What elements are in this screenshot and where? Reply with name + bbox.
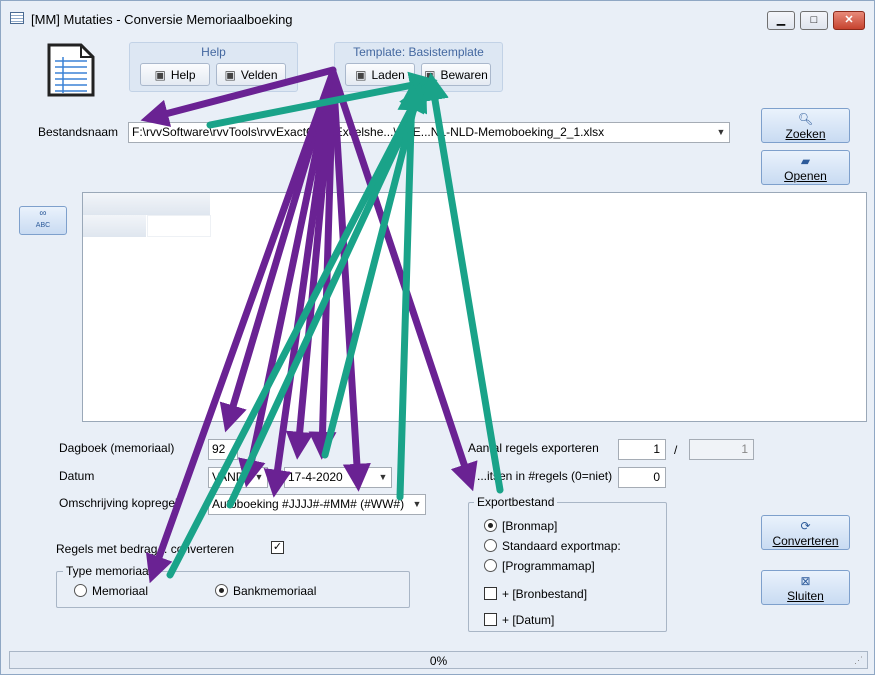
bewaren-button-label: Bewaren	[440, 67, 488, 82]
exportbestand-title: Exportbestand	[474, 495, 558, 509]
bronbestand-label: + [Bronbestand]	[502, 587, 588, 601]
converteren-button-label: Converteren	[772, 534, 839, 548]
radio-programmamap-label: [Programmamap]	[502, 559, 595, 573]
help-group: Help ▣ Help ▣ Velden	[129, 42, 298, 92]
aantal-regels-label: Aantal regels exporteren	[468, 441, 599, 455]
help-group-title: Help	[201, 45, 226, 59]
type-memoriaal-group: Type memoriaal Memoriaal Bankmemoriaal	[56, 564, 410, 608]
radio-bronmap[interactable]	[484, 519, 497, 532]
grid-header-cell	[83, 193, 211, 215]
omschrijving-value: Autoboeking #JJJJ#-#MM# (#WW#)	[212, 497, 405, 511]
radio-bankmemoriaal[interactable]	[215, 584, 228, 597]
radio-programmamap[interactable]	[484, 559, 497, 572]
datum-checkbox[interactable]	[484, 613, 497, 626]
resize-grip-icon[interactable]: ⋰	[854, 655, 863, 666]
template-group: Template: Basistemplate ▣ Laden ▣ Beware…	[334, 42, 503, 92]
omschrijving-combo[interactable]: Autoboeking #JJJJ#-#MM# (#WW#) ▼	[208, 494, 426, 515]
uitsplitsen-label: ...itsen in #regels (0=niet)	[477, 469, 613, 483]
datum-label: Datum	[59, 469, 95, 483]
box-icon: ▣	[355, 67, 367, 82]
radio-memoriaal-label: Memoriaal	[92, 584, 149, 598]
radio-bronmap-label: [Bronmap]	[502, 519, 558, 533]
app-icon	[10, 12, 24, 24]
spellcheck-button[interactable]: ∞ ABC	[19, 206, 67, 235]
box-icon: ▣	[224, 67, 236, 82]
laden-button[interactable]: ▣ Laden	[345, 63, 415, 86]
converteren-button[interactable]: ⟳ Converteren	[761, 515, 850, 550]
omschrijving-label: Omschrijving kopregel	[59, 496, 178, 510]
minimize-button[interactable]: ▁	[767, 11, 795, 30]
radio-memoriaal[interactable]	[74, 584, 87, 597]
regels-bedrag-label: Regels met bedrag... converteren	[56, 542, 235, 556]
folder-open-icon: ▰	[800, 154, 811, 168]
bestandsnaam-label: Bestandsnaam	[38, 125, 119, 139]
datum-mode-combo[interactable]: VAND ▼	[208, 467, 268, 488]
laden-button-label: Laden	[371, 67, 405, 82]
uitsplitsen-field[interactable]: 0	[618, 467, 666, 488]
aantal-totaal-field: 1	[689, 439, 754, 460]
sluiten-button[interactable]: ⊠ Sluiten	[761, 570, 850, 605]
document-icon	[47, 43, 95, 97]
openen-button-label: Openen	[784, 169, 827, 183]
maximize-button[interactable]: □	[800, 11, 828, 30]
grid-row-header	[83, 215, 147, 237]
binoculars-icon: ∞	[39, 208, 47, 219]
title-bar: [MM] Mutaties - Conversie Memoriaalboeki…	[1, 1, 874, 33]
template-group-title: Template: Basistemplate	[353, 45, 484, 59]
exit-icon: ⊠	[800, 574, 811, 588]
datum-mode-value: VAND	[212, 470, 245, 484]
status-bar: 0% ⋰	[9, 651, 868, 669]
help-button[interactable]: ▣ Help	[140, 63, 210, 86]
regels-bedrag-checkbox[interactable]: ✓	[271, 541, 284, 554]
box-icon: ▣	[154, 67, 166, 82]
grid-cell[interactable]	[147, 215, 211, 237]
close-button[interactable]: ✕	[833, 11, 865, 30]
dagboek-label: Dagboek (memoriaal)	[59, 441, 175, 455]
sluiten-button-label: Sluiten	[787, 589, 824, 603]
radio-standaard-exportmap[interactable]	[484, 539, 497, 552]
velden-button-label: Velden	[240, 67, 278, 82]
datum-checkbox-label: + [Datum]	[502, 613, 555, 627]
openen-button[interactable]: ▰ Openen	[761, 150, 850, 185]
chevron-down-icon[interactable]: ▼	[375, 468, 391, 487]
help-button-label: Help	[170, 67, 196, 82]
exportbestand-group: Exportbestand [Bronmap] Standaard export…	[468, 495, 667, 632]
convert-icon: ⟳	[800, 519, 811, 533]
spellcheck-label: ABC	[35, 222, 51, 229]
type-memoriaal-title: Type memoriaal	[63, 564, 155, 578]
bewaren-button[interactable]: ▣ Bewaren	[421, 63, 491, 86]
zoeken-button-label: Zoeken	[785, 127, 826, 141]
chevron-down-icon[interactable]: ▼	[409, 495, 425, 514]
radio-bankmemoriaal-label: Bankmemoriaal	[233, 584, 317, 598]
chevron-down-icon[interactable]: ▼	[713, 123, 729, 142]
search-icon: 🔍︎	[797, 112, 814, 126]
radio-standaard-exportmap-label: Standaard exportmap:	[502, 539, 621, 553]
velden-button[interactable]: ▣ Velden	[216, 63, 286, 86]
bestandsnaam-combo[interactable]: F:\rvvSoftware\rvvTools\rvvExactCo...\Ex…	[128, 122, 730, 143]
aantal-regels-field[interactable]: 1	[618, 439, 666, 460]
chevron-down-icon[interactable]: ▼	[251, 468, 267, 487]
zoeken-button[interactable]: 🔍︎ Zoeken	[761, 108, 850, 143]
main-window: [MM] Mutaties - Conversie Memoriaalboeki…	[0, 0, 875, 675]
progress-text: 0%	[429, 654, 448, 668]
data-grid[interactable]	[82, 192, 867, 422]
datum-value: 17-4-2020	[288, 470, 343, 484]
aantal-separator: /	[674, 443, 678, 457]
bestandsnaam-value: F:\rvvSoftware\rvvTools\rvvExactCo...\Ex…	[132, 125, 605, 139]
datum-combo[interactable]: 17-4-2020 ▼	[284, 467, 392, 488]
dagboek-field[interactable]: 92	[208, 439, 238, 460]
window-title: [MM] Mutaties - Conversie Memoriaalboeki…	[31, 12, 293, 27]
bronbestand-checkbox[interactable]	[484, 587, 497, 600]
box-icon: ▣	[424, 67, 436, 82]
